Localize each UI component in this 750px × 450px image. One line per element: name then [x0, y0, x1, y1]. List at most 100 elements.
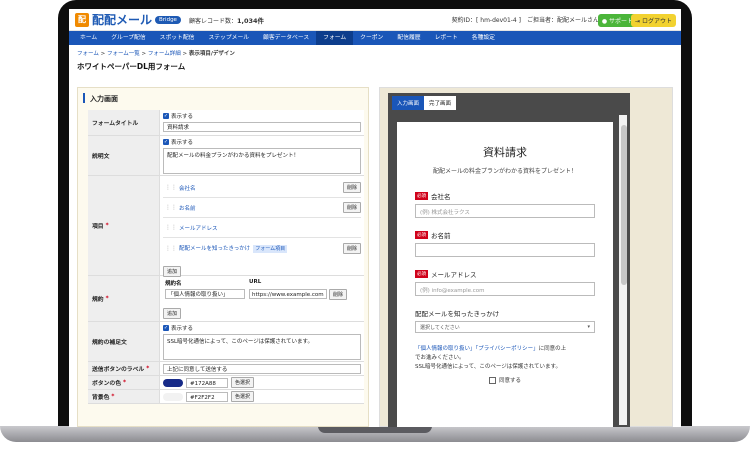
- form-title-input[interactable]: 資料請求: [163, 122, 361, 132]
- name-input[interactable]: [415, 243, 595, 257]
- main-nav: ホーム グループ配信 スポット配信 ステップメール 顧客データベース フォーム …: [69, 31, 681, 45]
- item-label[interactable]: メールアドレス: [179, 224, 361, 232]
- supplement-textarea[interactable]: SSL暗号化通信によって、このページは保護されています。: [163, 334, 361, 360]
- item-row[interactable]: ⋮⋮ メールアドレス: [163, 218, 361, 238]
- laptop-notch: [318, 426, 432, 433]
- record-label: 顧客レコード数：: [188, 17, 237, 25]
- terms-name-input[interactable]: 「個人情報の取り扱い」: [165, 289, 245, 299]
- button-color-input[interactable]: #172A88: [186, 377, 228, 388]
- add-terms-button[interactable]: 追加: [163, 308, 182, 319]
- crumb-sep: >: [180, 51, 189, 57]
- preview-title: 資料請求: [483, 146, 527, 159]
- crumb-form-list[interactable]: フォーム一覧: [107, 51, 140, 57]
- delete-button[interactable]: 削除: [342, 202, 361, 213]
- terms-url-input[interactable]: https://www.example.com: [249, 289, 327, 299]
- crumb-sep: >: [98, 51, 107, 57]
- row-form-title: フォームタイトル ✓ 表示する 資料請求: [88, 110, 364, 136]
- crumb-form-detail[interactable]: フォーム詳細: [148, 51, 181, 57]
- row-submit: 送信ボタンのラベル * 上記に同意して送信する: [88, 362, 364, 376]
- terms-label-text: 規約: [92, 297, 104, 303]
- show-supplement-checkbox[interactable]: ✓ 表示する: [163, 324, 361, 332]
- item-label[interactable]: 配配メールを知ったきっかけ フォーム項目: [179, 244, 343, 253]
- field-label: 必須 メールアドレス: [415, 269, 595, 279]
- item-row[interactable]: ⋮⋮ お名前 削除: [163, 198, 361, 218]
- logout-button[interactable]: ⇥ ログアウト: [631, 14, 676, 27]
- item-row[interactable]: ⋮⋮ 配配メールを知ったきっかけ フォーム項目 削除: [163, 238, 361, 258]
- crumb-form[interactable]: フォーム: [77, 51, 99, 57]
- agree-label: 同意する: [498, 378, 521, 384]
- items-label: 項目 *: [88, 176, 160, 275]
- item-label[interactable]: 会社名: [179, 184, 343, 192]
- source-select[interactable]: 選択してください ▾: [415, 321, 595, 333]
- row-button-color: ボタンの色 * #172A88 色選択: [88, 376, 364, 390]
- nav-step-mail[interactable]: ステップメール: [201, 31, 256, 45]
- crumb-current: 表示項目/デザイン: [188, 51, 235, 57]
- terms-url-cell: https://www.example.com: [247, 288, 329, 300]
- field-label: 必須 お名前: [415, 230, 595, 240]
- show-desc-checkbox[interactable]: ✓ 表示する: [163, 138, 361, 146]
- drag-handle-icon[interactable]: ⋮⋮: [163, 204, 179, 211]
- note-text: SSL暗号化通信によって、このページは保護されています。: [415, 364, 562, 370]
- show-label: 表示する: [171, 140, 194, 146]
- button-color-picker[interactable]: 色選択: [231, 377, 255, 388]
- bg-color-input[interactable]: #F2F2F2: [186, 391, 228, 402]
- drag-handle-icon[interactable]: ⋮⋮: [163, 184, 179, 191]
- policy-link[interactable]: 「プライバシーポリシー」: [476, 346, 539, 352]
- record-count: 顧客レコード数：1,034件: [189, 15, 264, 25]
- drag-handle-icon[interactable]: ⋮⋮: [163, 245, 179, 252]
- nav-group-send[interactable]: グループ配信: [104, 31, 152, 45]
- nav-coupon[interactable]: クーポン: [353, 31, 390, 45]
- scrollbar-thumb[interactable]: [621, 125, 627, 285]
- terms-delete-button[interactable]: 削除: [329, 288, 348, 300]
- submit-label-input[interactable]: 上記に同意して送信する: [163, 364, 361, 374]
- account-info: 契約ID：[ hm-dev01-4 ] ご担当者：配配メールさん: [451, 17, 599, 24]
- agree-checkbox[interactable]: 同意する: [415, 376, 595, 384]
- section-title: 入力画面: [78, 88, 368, 108]
- company-input[interactable]: (例) 株式会社ラクス: [415, 204, 595, 218]
- tab-input[interactable]: 入力画面: [392, 96, 425, 110]
- preview-body: 資料請求 配配メールの料金プランがわかる資料をプレゼント！ 必須 会社名 (例) …: [388, 113, 630, 427]
- required-mark: *: [123, 379, 127, 386]
- nav-report[interactable]: レポート: [428, 31, 465, 45]
- terms-label: 規約 *: [88, 276, 160, 321]
- record-value: 1,034件: [236, 16, 265, 25]
- bg-color-picker[interactable]: 色選択: [231, 391, 255, 402]
- logo-text[interactable]: 配配メール: [92, 11, 152, 28]
- nav-home[interactable]: ホーム: [73, 31, 104, 45]
- tab-complete[interactable]: 完了画面: [424, 96, 457, 110]
- delete-button[interactable]: 削除: [342, 242, 361, 254]
- crumb-sep: >: [139, 51, 148, 57]
- terms-note: 「個人情報の取り扱い」「プライバシーポリシー」に同意の上 でお進みください。 S…: [415, 345, 595, 372]
- preview-tabs: 入力画面 完了画面: [388, 93, 630, 113]
- preview-card: 資料請求 配配メールの料金プランがわかる資料をプレゼント！ 必須 会社名 (例) …: [397, 122, 613, 427]
- nav-history[interactable]: 配信履歴: [390, 31, 427, 45]
- nav-settings[interactable]: 各種設定: [465, 31, 502, 45]
- bg-color-label: 背景色 *: [88, 390, 160, 403]
- delete-button[interactable]: 削除: [342, 182, 361, 193]
- nav-form[interactable]: フォーム: [316, 31, 354, 45]
- show-label: 表示する: [171, 326, 194, 332]
- item-row[interactable]: ⋮⋮ 会社名 削除: [163, 178, 361, 198]
- required-mark: *: [111, 393, 115, 400]
- terms-header: 規約名 URL: [163, 278, 361, 288]
- note-text: でお進みください。: [415, 355, 465, 361]
- button-color-label-text: ボタンの色: [92, 381, 121, 387]
- checkbox-icon: ✓: [163, 113, 169, 119]
- item-label[interactable]: お名前: [179, 204, 343, 212]
- checkbox-icon: [488, 376, 496, 384]
- required-badge: 必須: [415, 231, 428, 239]
- nav-spot-send[interactable]: スポット配信: [153, 31, 202, 45]
- nav-customer-db[interactable]: 顧客データベース: [256, 31, 316, 45]
- privacy-link[interactable]: 「個人情報の取り扱い」: [415, 346, 476, 352]
- terms-row: 「個人情報の取り扱い」 https://www.example.com 削除: [163, 288, 361, 300]
- description-textarea[interactable]: 配配メールの料金プランがわかる資料をプレゼント！: [163, 148, 361, 174]
- items-label-text: 項目: [92, 224, 104, 230]
- laptop-frame: 配 配配メール Bridge 顧客レコード数：1,034件 契約ID：[ hm-…: [0, 0, 750, 450]
- email-input[interactable]: (例) info@example.com: [415, 282, 595, 296]
- bridge-badge: Bridge: [155, 15, 181, 24]
- terms-name-cell: 「個人情報の取り扱い」: [163, 288, 247, 300]
- drag-handle-icon[interactable]: ⋮⋮: [163, 224, 179, 231]
- submit-label: 送信ボタンのラベル *: [88, 362, 160, 375]
- show-title-checkbox[interactable]: ✓ 表示する: [163, 112, 361, 120]
- terms-col-name: 規約名: [165, 281, 182, 287]
